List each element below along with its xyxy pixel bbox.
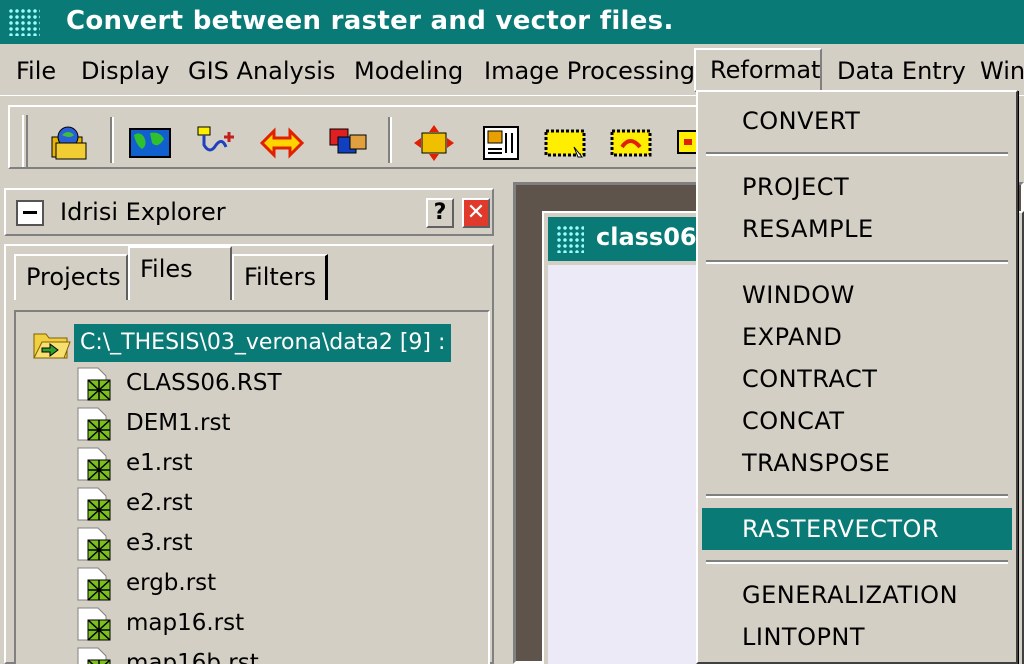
raster-file-icon <box>72 606 114 642</box>
composer-icon[interactable] <box>478 123 522 163</box>
file-name: ergb.rst <box>126 570 217 596</box>
help-button[interactable]: ? <box>426 198 454 228</box>
raster-file-icon <box>72 366 114 402</box>
menu-item-window[interactable]: WINDOW <box>702 274 1012 316</box>
explorer-tabs: Projects Files Filters C:\_THESIS\03_ver… <box>4 244 494 664</box>
file-row[interactable]: e1.rst <box>72 444 472 484</box>
menu-image-processing[interactable]: Image Processing <box>480 54 699 88</box>
menu-item-transpose[interactable]: TRANSPOSE <box>702 442 1012 484</box>
explorer-title: Idrisi Explorer <box>60 198 226 226</box>
file-row[interactable]: e3.rst <box>72 524 472 564</box>
file-name: e2.rst <box>126 490 193 516</box>
display-map-icon[interactable] <box>128 123 172 163</box>
menu-window[interactable]: Win <box>976 54 1024 88</box>
file-name: map16b.rst <box>126 650 259 664</box>
menu-item-concat[interactable]: CONCAT <box>702 400 1012 442</box>
vector-edit-icon[interactable] <box>194 123 238 163</box>
layer-stack-icon[interactable] <box>326 123 370 163</box>
menu-separator <box>706 560 1008 564</box>
raster-file-icon <box>72 526 114 562</box>
toolbar-separator <box>388 117 392 163</box>
open-project-icon[interactable] <box>48 123 92 163</box>
window-title: Convert between raster and vector files. <box>66 6 674 36</box>
file-name: DEM1.rst <box>126 410 231 436</box>
file-name: CLASS06.RST <box>126 370 282 396</box>
menu-data-entry[interactable]: Data Entry <box>833 54 970 88</box>
raster-file-icon <box>72 406 114 442</box>
menu-item-convert[interactable]: CONVERT <box>702 100 1012 142</box>
toolbar-grip[interactable] <box>22 115 28 167</box>
file-row[interactable]: DEM1.rst <box>72 404 472 444</box>
tab-files[interactable]: Files <box>128 246 232 300</box>
map-window-title: class06 <box>596 223 697 251</box>
menu-item-generalization[interactable]: GENERALIZATION <box>702 574 1012 616</box>
open-folder-icon <box>32 330 76 360</box>
file-row[interactable]: map16b.rst <box>72 644 472 664</box>
root-path-label: C:\_THESIS\03_verona\data2 [9] : <box>74 324 452 362</box>
idrisi-app-icon[interactable] <box>8 8 40 36</box>
menu-item-rastervector[interactable]: RASTERVECTOR <box>702 508 1012 550</box>
expand-arrows-icon[interactable] <box>412 123 456 163</box>
tree-root-folder[interactable]: C:\_THESIS\03_verona\data2 [9] : <box>26 324 486 362</box>
menu-item-lintopnt[interactable]: LINTOPNT <box>702 616 1012 658</box>
file-name: e3.rst <box>126 530 193 556</box>
file-row[interactable]: map16.rst <box>72 604 472 644</box>
swap-arrows-icon[interactable] <box>260 123 304 163</box>
menubar: File Display GIS Analysis Modeling Image… <box>0 44 1024 96</box>
file-tree[interactable]: C:\_THESIS\03_verona\data2 [9] : CLASS06… <box>14 310 490 664</box>
map-window-icon[interactable] <box>556 225 584 253</box>
close-explorer-button[interactable]: ✕ <box>462 198 490 228</box>
idrisi-explorer-panel: Idrisi Explorer ? ✕ Projects Files Filte… <box>0 182 505 664</box>
menu-reformat[interactable]: Reformat <box>694 48 822 92</box>
explorer-header: Idrisi Explorer ? ✕ <box>4 188 494 236</box>
menu-item-contract[interactable]: CONTRACT <box>702 358 1012 400</box>
raster-file-icon <box>72 486 114 522</box>
menu-item-expand[interactable]: EXPAND <box>702 316 1012 358</box>
tab-projects[interactable]: Projects <box>14 254 128 300</box>
menu-item-resample[interactable]: RESAMPLE <box>702 208 1012 250</box>
file-name: e1.rst <box>126 450 193 476</box>
window-titlebar: Convert between raster and vector files. <box>0 0 1024 44</box>
file-name: map16.rst <box>126 610 245 636</box>
menu-gis-analysis[interactable]: GIS Analysis <box>184 54 339 88</box>
menu-display[interactable]: Display <box>77 54 173 88</box>
reformat-dropdown-menu: CONVERT PROJECT RESAMPLE WINDOW EXPAND C… <box>696 90 1018 664</box>
raster-file-icon <box>72 646 114 664</box>
menu-separator <box>706 152 1008 156</box>
file-row[interactable]: ergb.rst <box>72 564 472 604</box>
menu-modeling[interactable]: Modeling <box>350 54 467 88</box>
toolbar-separator <box>110 117 114 163</box>
tab-filters[interactable]: Filters <box>232 254 328 300</box>
raster-file-icon <box>72 446 114 482</box>
zoom-window-icon[interactable] <box>610 123 654 163</box>
menu-separator <box>706 494 1008 498</box>
file-row[interactable]: CLASS06.RST <box>72 364 472 404</box>
file-row[interactable]: e2.rst <box>72 484 472 524</box>
collapse-button[interactable] <box>16 200 44 226</box>
menu-separator <box>706 260 1008 264</box>
menu-file[interactable]: File <box>12 54 60 88</box>
raster-file-icon <box>72 566 114 602</box>
menu-item-project[interactable]: PROJECT <box>702 166 1012 208</box>
select-window-icon[interactable] <box>544 123 588 163</box>
